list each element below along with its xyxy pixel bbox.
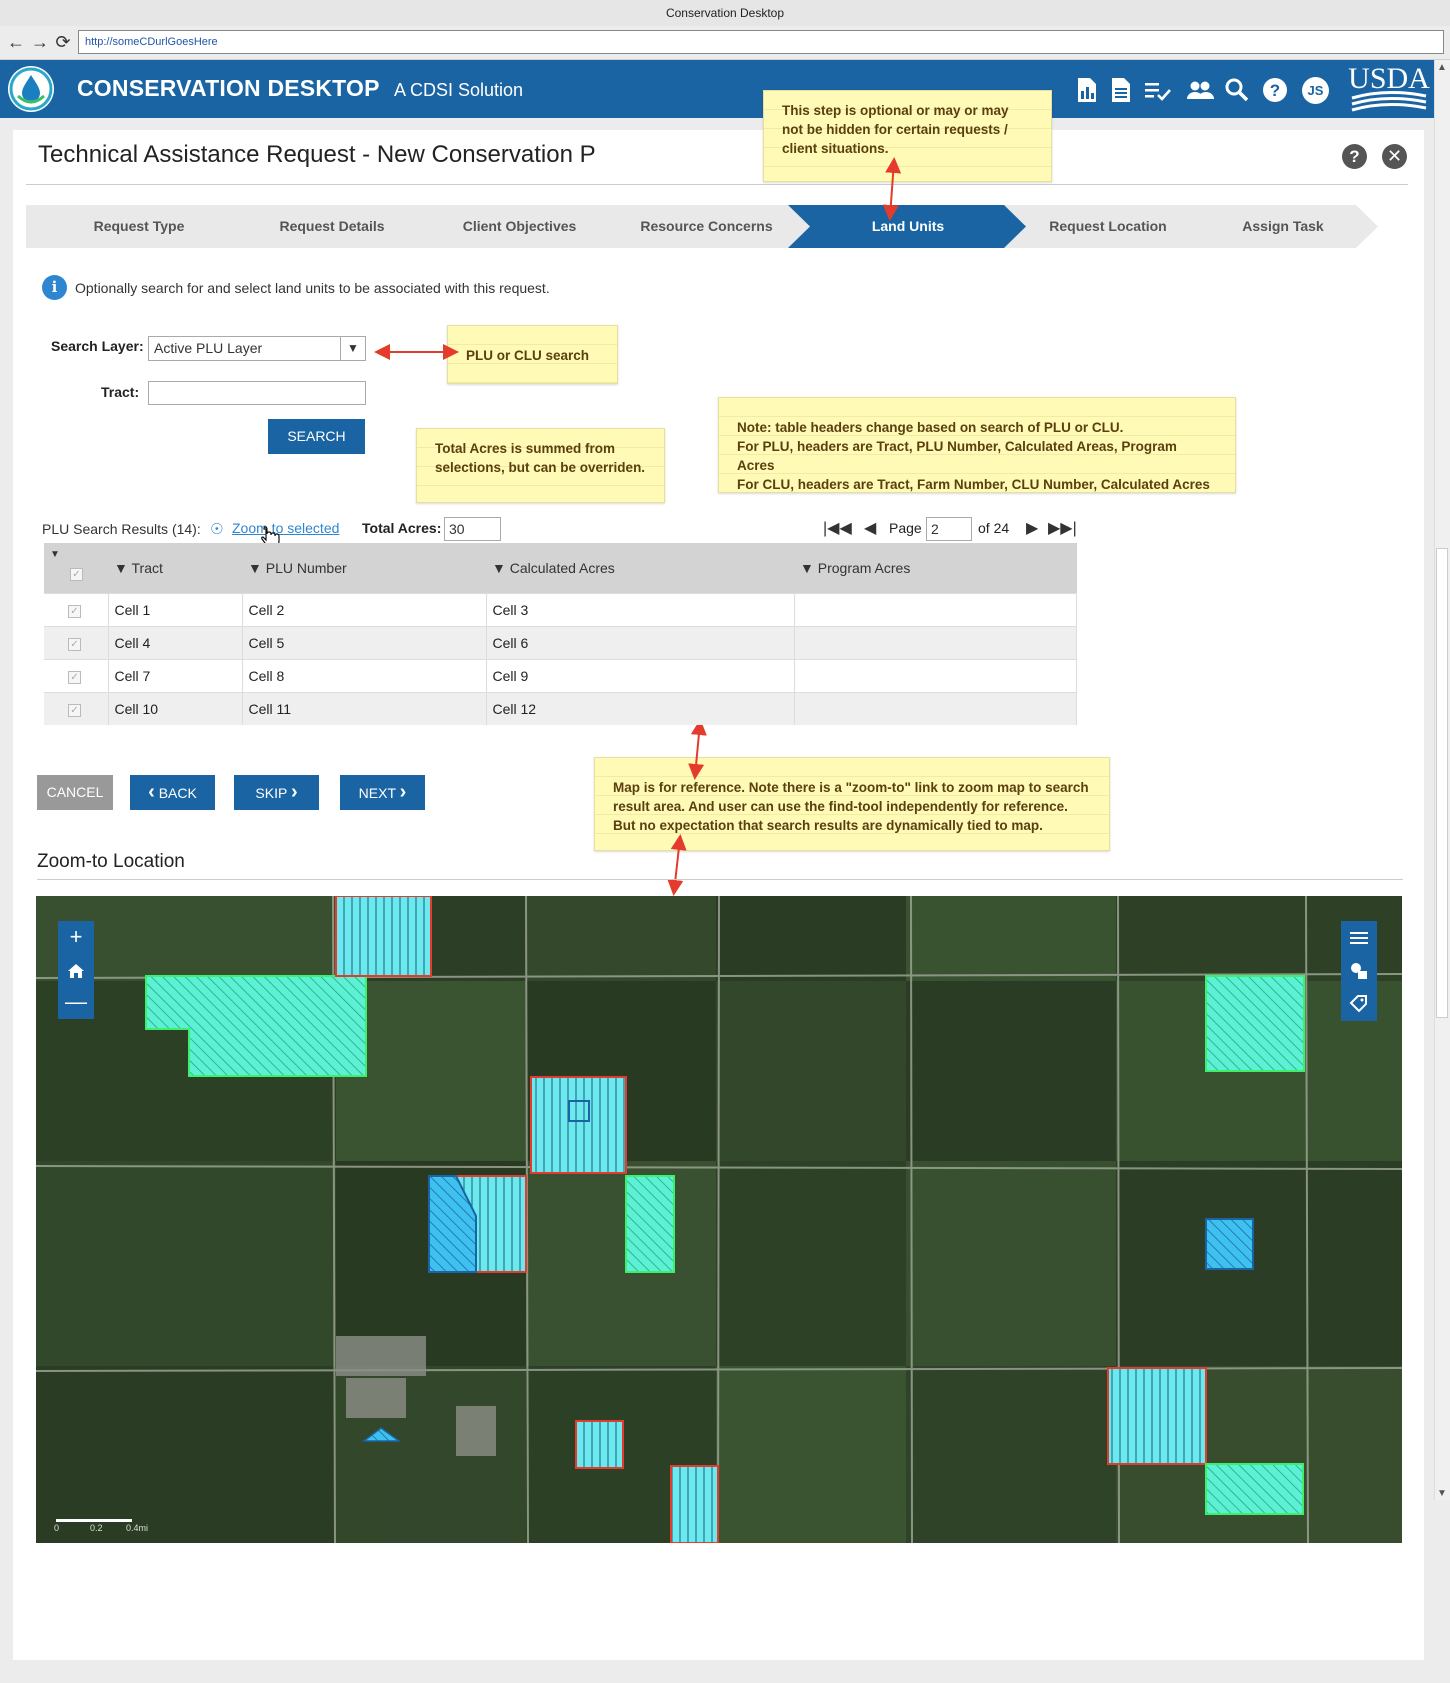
cell-plu-number: Cell 5 bbox=[242, 625, 487, 659]
sort-arrow-icon[interactable]: ▼ bbox=[50, 549, 107, 560]
chevron-left-icon: ‹ bbox=[148, 781, 155, 803]
column-header-program-acres[interactable]: ▼ Program Acres bbox=[794, 543, 1077, 593]
cell-calculated-acres: Cell 9 bbox=[486, 658, 795, 692]
column-header-label: Calculated Acres bbox=[509, 559, 615, 576]
column-header-label: Program Acres bbox=[817, 559, 911, 576]
basemap-gallery-button[interactable] bbox=[1341, 955, 1377, 987]
scale-label-middle: 0.2 bbox=[90, 1523, 103, 1533]
table-row[interactable]: ✓ Cell 4 Cell 5 Cell 6 bbox=[44, 625, 1077, 659]
back-button[interactable]: ‹ BACK bbox=[130, 775, 215, 810]
column-header-plu-number[interactable]: ▼ PLU Number bbox=[242, 543, 486, 593]
zoom-out-button[interactable]: — bbox=[58, 987, 94, 1019]
page-number-input[interactable]: 2 bbox=[926, 517, 972, 541]
zoom-to-selected-link[interactable]: Zoom to selected bbox=[232, 520, 339, 536]
sort-arrow-icon: ▼ bbox=[492, 559, 506, 576]
cell-program-acres[interactable] bbox=[794, 592, 1077, 626]
cell-program-acres[interactable] bbox=[794, 691, 1077, 725]
chevron-right-icon: › bbox=[290, 781, 298, 803]
cell-tract: Cell 7 bbox=[108, 658, 243, 692]
map-title-divider bbox=[37, 879, 1403, 880]
column-header-tract[interactable]: ▼ Tract bbox=[108, 543, 242, 593]
cell-tract: Cell 1 bbox=[108, 592, 243, 626]
table-header-row: ▼ ✓ ▼ Tract ▼ PLU Number ▼ Calculated Ac… bbox=[44, 543, 1077, 593]
zoom-target-icon[interactable]: ☉ bbox=[210, 520, 223, 538]
sort-arrow-icon: ▼ bbox=[248, 559, 262, 576]
results-title: PLU Search Results (14): bbox=[42, 521, 201, 537]
next-button[interactable]: NEXT › bbox=[340, 775, 425, 810]
chevron-right-icon: › bbox=[399, 781, 407, 803]
cell-plu-number: Cell 2 bbox=[242, 592, 487, 626]
tag-tool-button[interactable] bbox=[1341, 987, 1377, 1021]
cell-tract: Cell 10 bbox=[108, 691, 243, 725]
cell-tract: Cell 4 bbox=[108, 625, 243, 659]
total-acres-input[interactable]: 30 bbox=[444, 517, 501, 541]
select-all-checkbox[interactable]: ✓ bbox=[70, 567, 83, 581]
cell-plu-number: Cell 11 bbox=[242, 691, 487, 725]
scale-label-end: 0.4mi bbox=[126, 1523, 149, 1533]
back-button-label: BACK bbox=[158, 785, 197, 801]
next-page-icon[interactable]: ▶ bbox=[1026, 518, 1038, 538]
skip-button-label: SKIP bbox=[255, 785, 288, 801]
column-header-calculated-acres[interactable]: ▼ Calculated Acres bbox=[486, 543, 794, 593]
zoom-in-button[interactable]: + bbox=[58, 921, 94, 955]
map-scale-bar bbox=[56, 1519, 132, 1522]
table-row[interactable]: ✓ Cell 10 Cell 11 Cell 12 bbox=[44, 691, 1077, 725]
cell-program-acres[interactable] bbox=[794, 625, 1077, 659]
sort-arrow-icon: ▼ bbox=[114, 559, 128, 576]
cell-calculated-acres: Cell 3 bbox=[486, 592, 795, 626]
table-row[interactable]: ✓ Cell 1 Cell 2 Cell 3 bbox=[44, 592, 1077, 626]
skip-button[interactable]: SKIP › bbox=[234, 775, 319, 810]
column-header-label: Tract bbox=[131, 559, 163, 576]
home-button[interactable] bbox=[58, 955, 94, 987]
last-page-icon[interactable]: ▶▶| bbox=[1048, 518, 1077, 538]
previous-page-icon[interactable]: ◀ bbox=[864, 518, 876, 538]
sort-arrow-icon: ▼ bbox=[800, 559, 814, 576]
first-page-icon[interactable]: |◀◀ bbox=[823, 518, 852, 538]
cell-calculated-acres: Cell 12 bbox=[486, 691, 795, 725]
cell-program-acres[interactable] bbox=[794, 658, 1077, 692]
total-acres-label: Total Acres: bbox=[362, 520, 442, 536]
cancel-button[interactable]: CANCEL bbox=[37, 775, 113, 810]
map-view[interactable]: + — 0 0.2 0.4mi bbox=[36, 896, 1402, 1543]
row-checkbox[interactable]: ✓ bbox=[68, 638, 81, 651]
table-row[interactable]: ✓ Cell 7 Cell 8 Cell 9 bbox=[44, 658, 1077, 692]
cell-calculated-acres: Cell 6 bbox=[486, 625, 795, 659]
aerial-imagery bbox=[36, 896, 1402, 1543]
page-count: of 24 bbox=[978, 520, 1010, 536]
row-checkbox[interactable]: ✓ bbox=[68, 704, 81, 718]
map-section-title: Zoom-to Location bbox=[37, 851, 185, 872]
scale-label-start: 0 bbox=[54, 1523, 60, 1533]
results-table: ▼ ✓ ▼ Tract ▼ PLU Number ▼ Calculated Ac… bbox=[44, 543, 1077, 725]
page-label: Page bbox=[889, 520, 922, 536]
row-checkbox[interactable]: ✓ bbox=[68, 605, 81, 618]
next-button-label: NEXT bbox=[358, 785, 396, 801]
row-checkbox[interactable]: ✓ bbox=[68, 671, 81, 684]
select-all-header[interactable]: ▼ ✓ bbox=[44, 543, 108, 593]
column-header-label: PLU Number bbox=[265, 559, 347, 576]
cell-plu-number: Cell 8 bbox=[242, 658, 487, 692]
layer-list-button[interactable] bbox=[1341, 921, 1377, 955]
